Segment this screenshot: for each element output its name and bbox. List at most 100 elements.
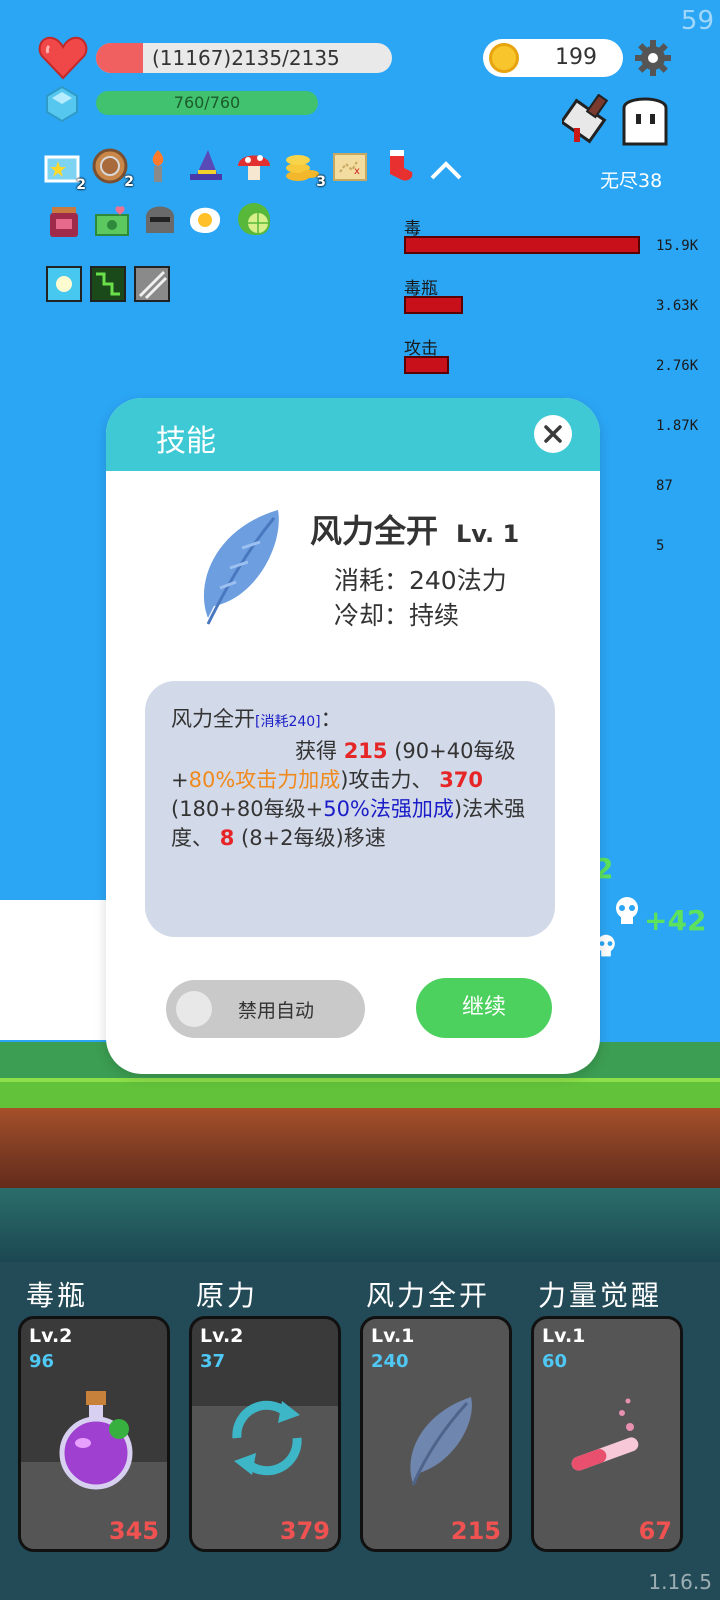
skill-cost: 96 bbox=[29, 1351, 55, 1372]
dirt bbox=[0, 1108, 720, 1188]
skill-title: 风力全开 Lv. 1 bbox=[310, 506, 519, 552]
cleaver-icon bbox=[562, 94, 609, 144]
light-buff-icon[interactable] bbox=[46, 266, 82, 302]
disable-auto-toggle[interactable]: 禁用自动 bbox=[166, 980, 365, 1038]
dmg-bar bbox=[404, 296, 463, 314]
skill-card-power-awaken[interactable]: Lv.1 60 67 bbox=[531, 1316, 683, 1552]
skill-level: Lv.1 bbox=[371, 1325, 415, 1347]
floating-number: +42 bbox=[644, 904, 707, 937]
skill-title-level: Lv. 1 bbox=[456, 520, 520, 548]
desc-atk-end: )攻击力、 bbox=[340, 768, 433, 792]
skill-level: Lv.2 bbox=[29, 1325, 73, 1347]
fps-counter: 59 bbox=[680, 6, 714, 36]
skill-cost: 37 bbox=[200, 1351, 226, 1372]
coin-stack-icon[interactable]: 3 bbox=[284, 148, 326, 190]
mana-gem-icon bbox=[46, 86, 78, 122]
skill-level: Lv.2 bbox=[200, 1325, 244, 1347]
heart-icon bbox=[38, 36, 88, 80]
skill-name: 风力全开 bbox=[366, 1279, 491, 1312]
continue-button[interactable]: 继续 bbox=[416, 978, 552, 1038]
slash-buff-icon[interactable] bbox=[134, 266, 170, 302]
dmg-value: 87 bbox=[656, 478, 673, 494]
helmet-icon[interactable] bbox=[142, 201, 178, 237]
skill-name: 毒瓶 bbox=[26, 1279, 89, 1312]
poison-flask-icon bbox=[59, 1391, 133, 1490]
dialog-title: 技能 bbox=[156, 424, 216, 459]
svg-text:x: x bbox=[354, 166, 360, 177]
hp-text: (11167)2135/2135 bbox=[152, 46, 340, 70]
coin-counter: 199 bbox=[483, 39, 623, 77]
mp-text: 760/760 bbox=[173, 93, 241, 112]
desc-cost-tag: [消耗240] bbox=[255, 714, 321, 730]
enemy-indicator bbox=[562, 94, 668, 146]
skill-damage: 67 bbox=[638, 1517, 672, 1545]
dmg-value: 3.63K bbox=[656, 298, 699, 314]
desc-ms-value: 8 bbox=[219, 826, 235, 850]
toggle-knob bbox=[176, 991, 212, 1027]
toggle-label: 禁用自动 bbox=[238, 1000, 315, 1022]
desc-colon: ： bbox=[320, 707, 342, 731]
dmg-bar bbox=[404, 236, 640, 254]
desc-atk-value: 215 bbox=[343, 739, 388, 763]
skull-icon bbox=[616, 897, 638, 924]
desc-atk-bonus: 80%攻击力加成 bbox=[188, 768, 341, 792]
dmg-value: 1.87K bbox=[656, 418, 699, 434]
hp-bar: (11167)2135/2135 bbox=[96, 43, 392, 73]
dialog-header: 技能 bbox=[106, 398, 600, 471]
desc-sp-formula: (180+80每级+ bbox=[171, 797, 324, 821]
water bbox=[0, 1188, 720, 1268]
dmg-value: 2.76K bbox=[656, 358, 699, 374]
skill-cooldown-line: 冷却：持续 bbox=[334, 601, 460, 630]
mode-label: 无尽38 bbox=[600, 170, 663, 192]
star-card-icon[interactable]: 2 bbox=[44, 151, 86, 193]
shield-icon[interactable]: 2 bbox=[92, 148, 134, 190]
grass bbox=[0, 1078, 720, 1108]
mp-bar: 760/760 bbox=[96, 91, 318, 115]
jam-jar-icon[interactable] bbox=[46, 203, 82, 239]
feather-icon bbox=[410, 1397, 472, 1486]
skill-level: Lv.1 bbox=[542, 1325, 586, 1347]
desc-ms-formula: (8+2每级)移速 bbox=[241, 826, 386, 850]
torch-icon[interactable] bbox=[140, 148, 176, 184]
skill-card-full-wind[interactable]: Lv.1 240 215 bbox=[360, 1316, 512, 1552]
skill-title-name: 风力全开 bbox=[310, 512, 439, 550]
feather-icon bbox=[203, 510, 279, 625]
desc-gain: 获得 bbox=[295, 739, 337, 763]
close-icon bbox=[544, 425, 562, 443]
cloud bbox=[0, 900, 110, 1040]
sock-icon[interactable] bbox=[380, 148, 416, 184]
wizard-hat-icon[interactable] bbox=[188, 148, 224, 184]
circuit-buff-icon[interactable] bbox=[90, 266, 126, 302]
skill-name: 原力 bbox=[196, 1279, 259, 1312]
coin-icon bbox=[489, 43, 519, 73]
skill-name: 力量觉醒 bbox=[538, 1279, 663, 1312]
test-tube-icon bbox=[571, 1398, 639, 1471]
skill-damage: 345 bbox=[108, 1517, 159, 1545]
ghost-icon bbox=[622, 97, 668, 146]
skill-damage: 215 bbox=[450, 1517, 501, 1545]
skill-cost: 240 bbox=[371, 1351, 409, 1372]
dmg-value: 15.9K bbox=[656, 238, 699, 254]
desc-sp-value: 370 bbox=[439, 768, 484, 792]
treasure-map-icon[interactable]: x bbox=[332, 148, 368, 184]
close-button[interactable] bbox=[534, 415, 572, 453]
dmg-bar bbox=[404, 356, 449, 374]
mushroom-icon[interactable] bbox=[236, 148, 272, 184]
skill-card-poison-flask[interactable]: Lv.2 96 345 bbox=[18, 1316, 170, 1552]
skill-dialog: 技能 风力全开 Lv. 1 消耗：240法力 冷却：持续 风力全开[消耗240]：… bbox=[106, 398, 600, 1074]
desc-title: 风力全开 bbox=[171, 707, 255, 731]
skill-cost-line: 消耗：240法力 bbox=[334, 566, 507, 595]
lime-icon[interactable] bbox=[236, 201, 272, 237]
dmg-value: 5 bbox=[656, 538, 665, 554]
desc-sp-bonus: 50%法强加成 bbox=[323, 797, 454, 821]
gear-icon[interactable] bbox=[634, 39, 672, 77]
skill-card-force[interactable]: Lv.2 37 379 bbox=[189, 1316, 341, 1552]
skill-description: 风力全开[消耗240]： 获得 215 (90+40每级+80%攻击力加成)攻击… bbox=[145, 681, 555, 937]
money-icon[interactable] bbox=[94, 203, 130, 239]
skill-cost: 60 bbox=[542, 1351, 568, 1372]
egg-icon[interactable] bbox=[188, 201, 224, 237]
hp-fill bbox=[96, 43, 144, 73]
coin-value: 199 bbox=[555, 45, 597, 70]
chevron-up-icon[interactable] bbox=[428, 154, 464, 190]
refresh-icon bbox=[232, 1400, 302, 1476]
